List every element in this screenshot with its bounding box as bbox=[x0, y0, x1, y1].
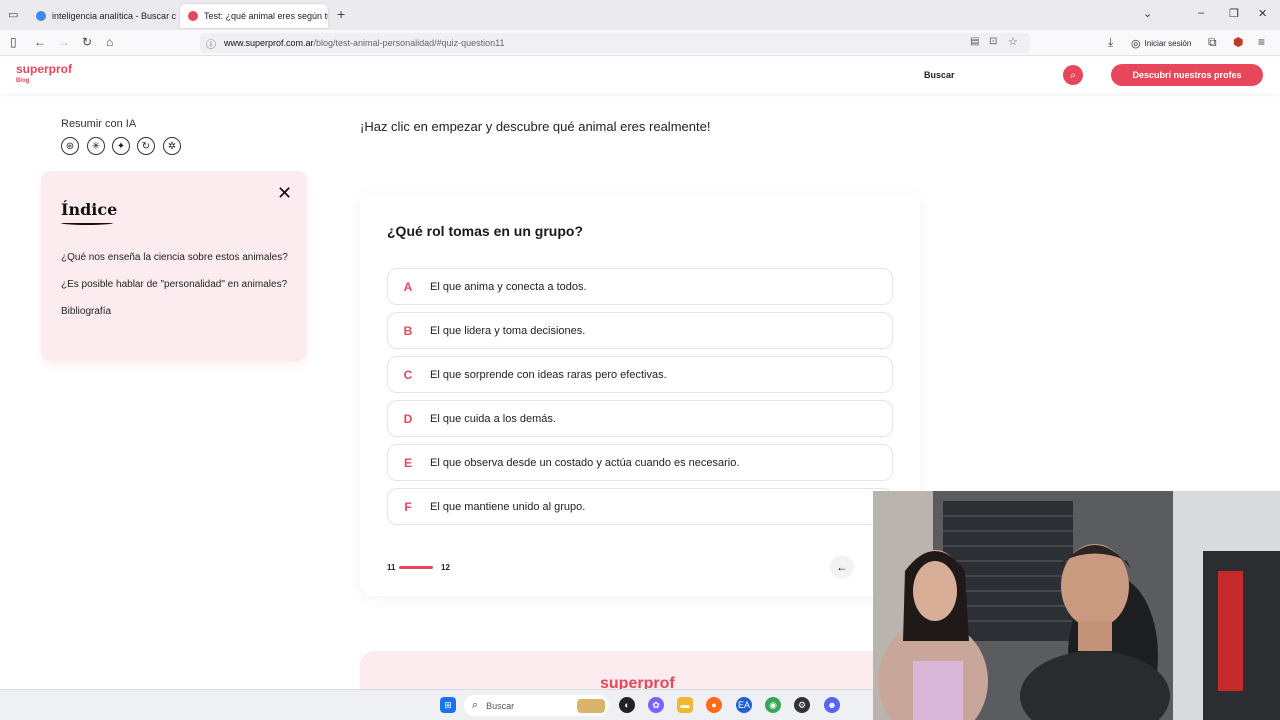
tab-superprof-quiz[interactable]: Test: ¿qué animal eres según tu ✕ bbox=[180, 4, 328, 28]
account-icon: ◎ bbox=[1131, 37, 1141, 50]
steam-icon[interactable]: ⚙ bbox=[794, 697, 810, 713]
ublock-icon[interactable]: ⬢ bbox=[1233, 35, 1243, 49]
quiz-option-d[interactable]: D El que cuida a los demás. bbox=[387, 400, 893, 437]
restore-icon[interactable]: ❐ bbox=[1229, 7, 1239, 20]
option-letter: D bbox=[403, 411, 413, 426]
google-favicon-icon bbox=[36, 11, 46, 21]
quiz-intro: ¡Haz clic en empezar y descubre qué anim… bbox=[360, 119, 711, 134]
index-item[interactable]: Bibliografía bbox=[61, 306, 111, 317]
quiz-question: ¿Qué rol tomas en un grupo? bbox=[387, 223, 583, 239]
superprof-logo[interactable]: superprof bbox=[16, 62, 72, 76]
perplexity-icon[interactable]: ↻ bbox=[137, 137, 155, 155]
tab-list-chevron-icon[interactable]: ⌄ bbox=[1143, 7, 1152, 20]
quiz-option-f[interactable]: F El que mantiene unido al grupo. bbox=[387, 488, 893, 525]
windows-taskbar: ⊞ ⌕ Buscar ◐ ✿ ▬ ● EA ◉ ⚙ ☻ bbox=[0, 689, 873, 720]
table-of-contents: Índice ✕ ¿Qué nos enseña la ciencia sobr… bbox=[41, 171, 307, 361]
index-title-underline bbox=[61, 221, 113, 225]
index-title: Índice bbox=[61, 200, 118, 219]
discover-teachers-button[interactable]: Descubrí nuestros profes bbox=[1111, 64, 1263, 86]
site-info-icon[interactable]: ⓘ bbox=[206, 36, 216, 51]
option-letter: C bbox=[403, 367, 413, 382]
ai-summary-label: Resumir con IA bbox=[61, 118, 137, 130]
taskbar-search-label: Buscar bbox=[486, 700, 515, 711]
menu-icon[interactable]: ≡ bbox=[1258, 35, 1265, 49]
progress-total: 12 bbox=[441, 563, 450, 572]
option-text: El que mantiene unido al grupo. bbox=[430, 500, 586, 513]
taskbar-search[interactable]: ⌕ Buscar bbox=[464, 695, 609, 716]
browser-tab-strip: ▭ inteligencia analítica - Buscar c ✕ Te… bbox=[0, 0, 1280, 30]
url-path: /blog/test-animal-personalidad/#quiz-que… bbox=[313, 38, 505, 48]
tab-title: Test: ¿qué animal eres según tu bbox=[204, 11, 328, 21]
discord-icon[interactable]: ☻ bbox=[824, 697, 840, 713]
firefox-icon[interactable]: ● bbox=[706, 697, 722, 713]
home-icon[interactable]: ⌂ bbox=[106, 35, 113, 49]
option-letter: F bbox=[404, 499, 412, 514]
quiz-option-c[interactable]: C El que sorprende con ideas raras pero … bbox=[387, 356, 893, 393]
save-page-icon[interactable]: ⊡ bbox=[989, 36, 997, 47]
sidebar-toggle-icon[interactable]: ▯ bbox=[10, 35, 17, 49]
search-label[interactable]: Buscar bbox=[924, 70, 955, 80]
progress-bar bbox=[399, 566, 433, 569]
site-header: superprof Blog Buscar ⌕ Descubrí nuestro… bbox=[0, 57, 1280, 94]
mistral-icon[interactable]: ✲ bbox=[163, 137, 181, 155]
reader-view-icon[interactable]: ▤ bbox=[970, 36, 979, 47]
gemini-icon[interactable]: ✦ bbox=[112, 137, 130, 155]
blog-label: Blog bbox=[16, 78, 30, 84]
ai-app-icon[interactable]: ◐ bbox=[619, 697, 635, 713]
quiz-card: ¿Qué rol tomas en un grupo? A El que ani… bbox=[360, 193, 920, 596]
new-tab-icon[interactable]: + bbox=[337, 6, 345, 22]
webcam-video-frame bbox=[873, 491, 1280, 720]
bookmark-star-icon[interactable]: ☆ bbox=[1008, 35, 1018, 48]
navigation-bar: ▯ ← → ↻ ⌂ ⓘ www.superprof.com.ar/blog/te… bbox=[0, 30, 1280, 56]
option-text: El que observa desde un costado y actúa … bbox=[430, 456, 740, 469]
search-button[interactable]: ⌕ bbox=[1063, 65, 1083, 85]
progress-current: 11 bbox=[387, 563, 396, 572]
option-letter: A bbox=[403, 279, 413, 294]
option-text: El que anima y conecta a todos. bbox=[430, 280, 587, 293]
chrome-icon[interactable]: ◉ bbox=[765, 697, 781, 713]
tab-title: inteligencia analítica - Buscar c bbox=[52, 11, 177, 21]
minimize-icon[interactable]: – bbox=[1198, 7, 1204, 19]
quiz-option-a[interactable]: A El que anima y conecta a todos. bbox=[387, 268, 893, 305]
close-tab-icon[interactable]: ✕ bbox=[176, 10, 178, 23]
previous-question-button[interactable]: ← bbox=[830, 555, 854, 579]
index-item[interactable]: ¿Es posible hablar de "personalidad" en … bbox=[61, 279, 287, 290]
downloads-icon[interactable]: ⤓ bbox=[1108, 35, 1113, 49]
quiz-option-b[interactable]: B El que lidera y toma decisiones. bbox=[387, 312, 893, 349]
reload-icon[interactable]: ↻ bbox=[82, 35, 92, 49]
extensions-icon[interactable]: ⧉ bbox=[1208, 35, 1217, 49]
back-arrow-icon[interactable]: ← bbox=[34, 35, 46, 49]
signin-button[interactable]: ◎ Iniciar sesión bbox=[1131, 34, 1191, 52]
url-bar[interactable]: ⓘ www.superprof.com.ar/blog/test-animal-… bbox=[200, 33, 1030, 53]
option-letter: E bbox=[403, 455, 412, 470]
claude-icon[interactable]: ✳ bbox=[87, 137, 105, 155]
file-explorer-icon[interactable]: ▬ bbox=[677, 697, 693, 713]
close-window-icon[interactable]: ✕ bbox=[1258, 7, 1267, 20]
quiz-option-e[interactable]: E El que observa desde un costado y actú… bbox=[387, 444, 893, 481]
footer-banner: superprof bbox=[360, 651, 920, 692]
tab-google-search[interactable]: inteligencia analítica - Buscar c ✕ bbox=[28, 4, 178, 28]
mouse-cursor-icon: ➤ bbox=[1107, 365, 1118, 380]
tab-list-icon[interactable]: ▭ bbox=[8, 8, 18, 21]
search-icon: ⌕ bbox=[1070, 69, 1076, 81]
option-text: El que lidera y toma decisiones. bbox=[430, 324, 586, 337]
windows-start-icon[interactable]: ⊞ bbox=[440, 697, 456, 713]
close-icon[interactable]: ✕ bbox=[277, 183, 292, 204]
option-text: El que cuida a los demás. bbox=[430, 412, 556, 425]
search-highlight-icon bbox=[577, 698, 605, 713]
index-item[interactable]: ¿Qué nos enseña la ciencia sobre estos a… bbox=[61, 252, 288, 263]
signin-label: Iniciar sesión bbox=[1144, 38, 1192, 48]
copilot-icon[interactable]: ✿ bbox=[648, 697, 664, 713]
forward-arrow-icon[interactable]: → bbox=[58, 35, 70, 49]
superprof-favicon-icon bbox=[188, 11, 198, 21]
arrow-left-icon: ← bbox=[836, 560, 848, 574]
webcam-overlay bbox=[873, 491, 1280, 720]
ea-app-icon[interactable]: EA bbox=[736, 697, 752, 713]
openai-icon[interactable]: ⊛ bbox=[61, 137, 79, 155]
option-text: El que sorprende con ideas raras pero ef… bbox=[430, 368, 667, 381]
search-icon: ⌕ bbox=[472, 699, 479, 711]
url-host: www.superprof.com.ar bbox=[224, 38, 314, 48]
option-letter: B bbox=[403, 323, 413, 338]
